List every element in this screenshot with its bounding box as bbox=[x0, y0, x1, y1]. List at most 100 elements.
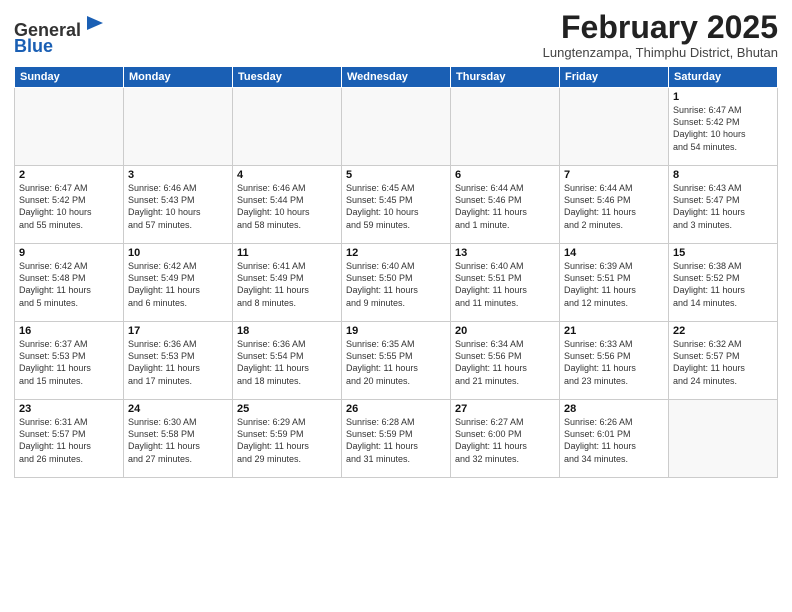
day-number: 6 bbox=[455, 169, 555, 181]
table-row: 20Sunrise: 6:34 AM Sunset: 5:56 PM Dayli… bbox=[451, 322, 560, 400]
header-monday: Monday bbox=[124, 67, 233, 88]
table-row: 13Sunrise: 6:40 AM Sunset: 5:51 PM Dayli… bbox=[451, 244, 560, 322]
day-info: Sunrise: 6:42 AM Sunset: 5:49 PM Dayligh… bbox=[128, 260, 228, 309]
day-number: 1 bbox=[673, 91, 773, 103]
day-info: Sunrise: 6:40 AM Sunset: 5:51 PM Dayligh… bbox=[455, 260, 555, 309]
calendar-week-row: 1Sunrise: 6:47 AM Sunset: 5:42 PM Daylig… bbox=[15, 88, 778, 166]
calendar-table: Sunday Monday Tuesday Wednesday Thursday… bbox=[14, 66, 778, 478]
table-row: 11Sunrise: 6:41 AM Sunset: 5:49 PM Dayli… bbox=[233, 244, 342, 322]
day-info: Sunrise: 6:38 AM Sunset: 5:52 PM Dayligh… bbox=[673, 260, 773, 309]
day-number: 23 bbox=[19, 403, 119, 415]
table-row: 25Sunrise: 6:29 AM Sunset: 5:59 PM Dayli… bbox=[233, 400, 342, 478]
table-row: 10Sunrise: 6:42 AM Sunset: 5:49 PM Dayli… bbox=[124, 244, 233, 322]
table-row: 3Sunrise: 6:46 AM Sunset: 5:43 PM Daylig… bbox=[124, 166, 233, 244]
header-tuesday: Tuesday bbox=[233, 67, 342, 88]
day-number: 2 bbox=[19, 169, 119, 181]
day-info: Sunrise: 6:47 AM Sunset: 5:42 PM Dayligh… bbox=[19, 182, 119, 231]
table-row: 27Sunrise: 6:27 AM Sunset: 6:00 PM Dayli… bbox=[451, 400, 560, 478]
day-number: 25 bbox=[237, 403, 337, 415]
table-row: 4Sunrise: 6:46 AM Sunset: 5:44 PM Daylig… bbox=[233, 166, 342, 244]
table-row: 9Sunrise: 6:42 AM Sunset: 5:48 PM Daylig… bbox=[15, 244, 124, 322]
day-number: 14 bbox=[564, 247, 664, 259]
page: General Blue February 2025 Lungtenzampa,… bbox=[0, 0, 792, 488]
day-number: 24 bbox=[128, 403, 228, 415]
header-friday: Friday bbox=[560, 67, 669, 88]
table-row bbox=[233, 88, 342, 166]
day-info: Sunrise: 6:27 AM Sunset: 6:00 PM Dayligh… bbox=[455, 416, 555, 465]
logo-flag-icon bbox=[83, 14, 105, 36]
day-number: 4 bbox=[237, 169, 337, 181]
day-info: Sunrise: 6:26 AM Sunset: 6:01 PM Dayligh… bbox=[564, 416, 664, 465]
table-row: 5Sunrise: 6:45 AM Sunset: 5:45 PM Daylig… bbox=[342, 166, 451, 244]
day-number: 3 bbox=[128, 169, 228, 181]
table-row: 12Sunrise: 6:40 AM Sunset: 5:50 PM Dayli… bbox=[342, 244, 451, 322]
day-number: 8 bbox=[673, 169, 773, 181]
month-title: February 2025 bbox=[543, 10, 778, 45]
day-number: 17 bbox=[128, 325, 228, 337]
header-wednesday: Wednesday bbox=[342, 67, 451, 88]
day-number: 5 bbox=[346, 169, 446, 181]
logo: General Blue bbox=[14, 14, 105, 57]
header-thursday: Thursday bbox=[451, 67, 560, 88]
day-info: Sunrise: 6:37 AM Sunset: 5:53 PM Dayligh… bbox=[19, 338, 119, 387]
day-number: 13 bbox=[455, 247, 555, 259]
day-number: 18 bbox=[237, 325, 337, 337]
day-info: Sunrise: 6:43 AM Sunset: 5:47 PM Dayligh… bbox=[673, 182, 773, 231]
day-info: Sunrise: 6:36 AM Sunset: 5:53 PM Dayligh… bbox=[128, 338, 228, 387]
day-number: 15 bbox=[673, 247, 773, 259]
day-info: Sunrise: 6:35 AM Sunset: 5:55 PM Dayligh… bbox=[346, 338, 446, 387]
table-row: 26Sunrise: 6:28 AM Sunset: 5:59 PM Dayli… bbox=[342, 400, 451, 478]
table-row bbox=[342, 88, 451, 166]
day-number: 22 bbox=[673, 325, 773, 337]
table-row: 22Sunrise: 6:32 AM Sunset: 5:57 PM Dayli… bbox=[669, 322, 778, 400]
table-row: 6Sunrise: 6:44 AM Sunset: 5:46 PM Daylig… bbox=[451, 166, 560, 244]
table-row bbox=[669, 400, 778, 478]
day-info: Sunrise: 6:42 AM Sunset: 5:48 PM Dayligh… bbox=[19, 260, 119, 309]
table-row: 24Sunrise: 6:30 AM Sunset: 5:58 PM Dayli… bbox=[124, 400, 233, 478]
table-row: 16Sunrise: 6:37 AM Sunset: 5:53 PM Dayli… bbox=[15, 322, 124, 400]
day-info: Sunrise: 6:44 AM Sunset: 5:46 PM Dayligh… bbox=[455, 182, 555, 231]
day-number: 11 bbox=[237, 247, 337, 259]
calendar-week-row: 23Sunrise: 6:31 AM Sunset: 5:57 PM Dayli… bbox=[15, 400, 778, 478]
day-info: Sunrise: 6:45 AM Sunset: 5:45 PM Dayligh… bbox=[346, 182, 446, 231]
table-row: 21Sunrise: 6:33 AM Sunset: 5:56 PM Dayli… bbox=[560, 322, 669, 400]
location: Lungtenzampa, Thimphu District, Bhutan bbox=[543, 45, 778, 60]
day-info: Sunrise: 6:32 AM Sunset: 5:57 PM Dayligh… bbox=[673, 338, 773, 387]
day-info: Sunrise: 6:39 AM Sunset: 5:51 PM Dayligh… bbox=[564, 260, 664, 309]
day-number: 7 bbox=[564, 169, 664, 181]
day-info: Sunrise: 6:40 AM Sunset: 5:50 PM Dayligh… bbox=[346, 260, 446, 309]
day-number: 26 bbox=[346, 403, 446, 415]
title-block: February 2025 Lungtenzampa, Thimphu Dist… bbox=[543, 10, 778, 60]
day-info: Sunrise: 6:33 AM Sunset: 5:56 PM Dayligh… bbox=[564, 338, 664, 387]
table-row bbox=[15, 88, 124, 166]
table-row: 15Sunrise: 6:38 AM Sunset: 5:52 PM Dayli… bbox=[669, 244, 778, 322]
table-row: 1Sunrise: 6:47 AM Sunset: 5:42 PM Daylig… bbox=[669, 88, 778, 166]
day-number: 10 bbox=[128, 247, 228, 259]
table-row: 2Sunrise: 6:47 AM Sunset: 5:42 PM Daylig… bbox=[15, 166, 124, 244]
day-info: Sunrise: 6:29 AM Sunset: 5:59 PM Dayligh… bbox=[237, 416, 337, 465]
header-saturday: Saturday bbox=[669, 67, 778, 88]
table-row: 18Sunrise: 6:36 AM Sunset: 5:54 PM Dayli… bbox=[233, 322, 342, 400]
day-info: Sunrise: 6:46 AM Sunset: 5:44 PM Dayligh… bbox=[237, 182, 337, 231]
table-row bbox=[560, 88, 669, 166]
table-row: 28Sunrise: 6:26 AM Sunset: 6:01 PM Dayli… bbox=[560, 400, 669, 478]
day-number: 21 bbox=[564, 325, 664, 337]
calendar-week-row: 2Sunrise: 6:47 AM Sunset: 5:42 PM Daylig… bbox=[15, 166, 778, 244]
day-info: Sunrise: 6:28 AM Sunset: 5:59 PM Dayligh… bbox=[346, 416, 446, 465]
header-sunday: Sunday bbox=[15, 67, 124, 88]
day-info: Sunrise: 6:46 AM Sunset: 5:43 PM Dayligh… bbox=[128, 182, 228, 231]
day-number: 9 bbox=[19, 247, 119, 259]
day-number: 16 bbox=[19, 325, 119, 337]
table-row bbox=[124, 88, 233, 166]
calendar-week-row: 16Sunrise: 6:37 AM Sunset: 5:53 PM Dayli… bbox=[15, 322, 778, 400]
table-row: 7Sunrise: 6:44 AM Sunset: 5:46 PM Daylig… bbox=[560, 166, 669, 244]
day-info: Sunrise: 6:31 AM Sunset: 5:57 PM Dayligh… bbox=[19, 416, 119, 465]
day-number: 19 bbox=[346, 325, 446, 337]
day-info: Sunrise: 6:44 AM Sunset: 5:46 PM Dayligh… bbox=[564, 182, 664, 231]
day-number: 28 bbox=[564, 403, 664, 415]
day-info: Sunrise: 6:36 AM Sunset: 5:54 PM Dayligh… bbox=[237, 338, 337, 387]
day-info: Sunrise: 6:34 AM Sunset: 5:56 PM Dayligh… bbox=[455, 338, 555, 387]
calendar-week-row: 9Sunrise: 6:42 AM Sunset: 5:48 PM Daylig… bbox=[15, 244, 778, 322]
day-number: 20 bbox=[455, 325, 555, 337]
day-info: Sunrise: 6:30 AM Sunset: 5:58 PM Dayligh… bbox=[128, 416, 228, 465]
